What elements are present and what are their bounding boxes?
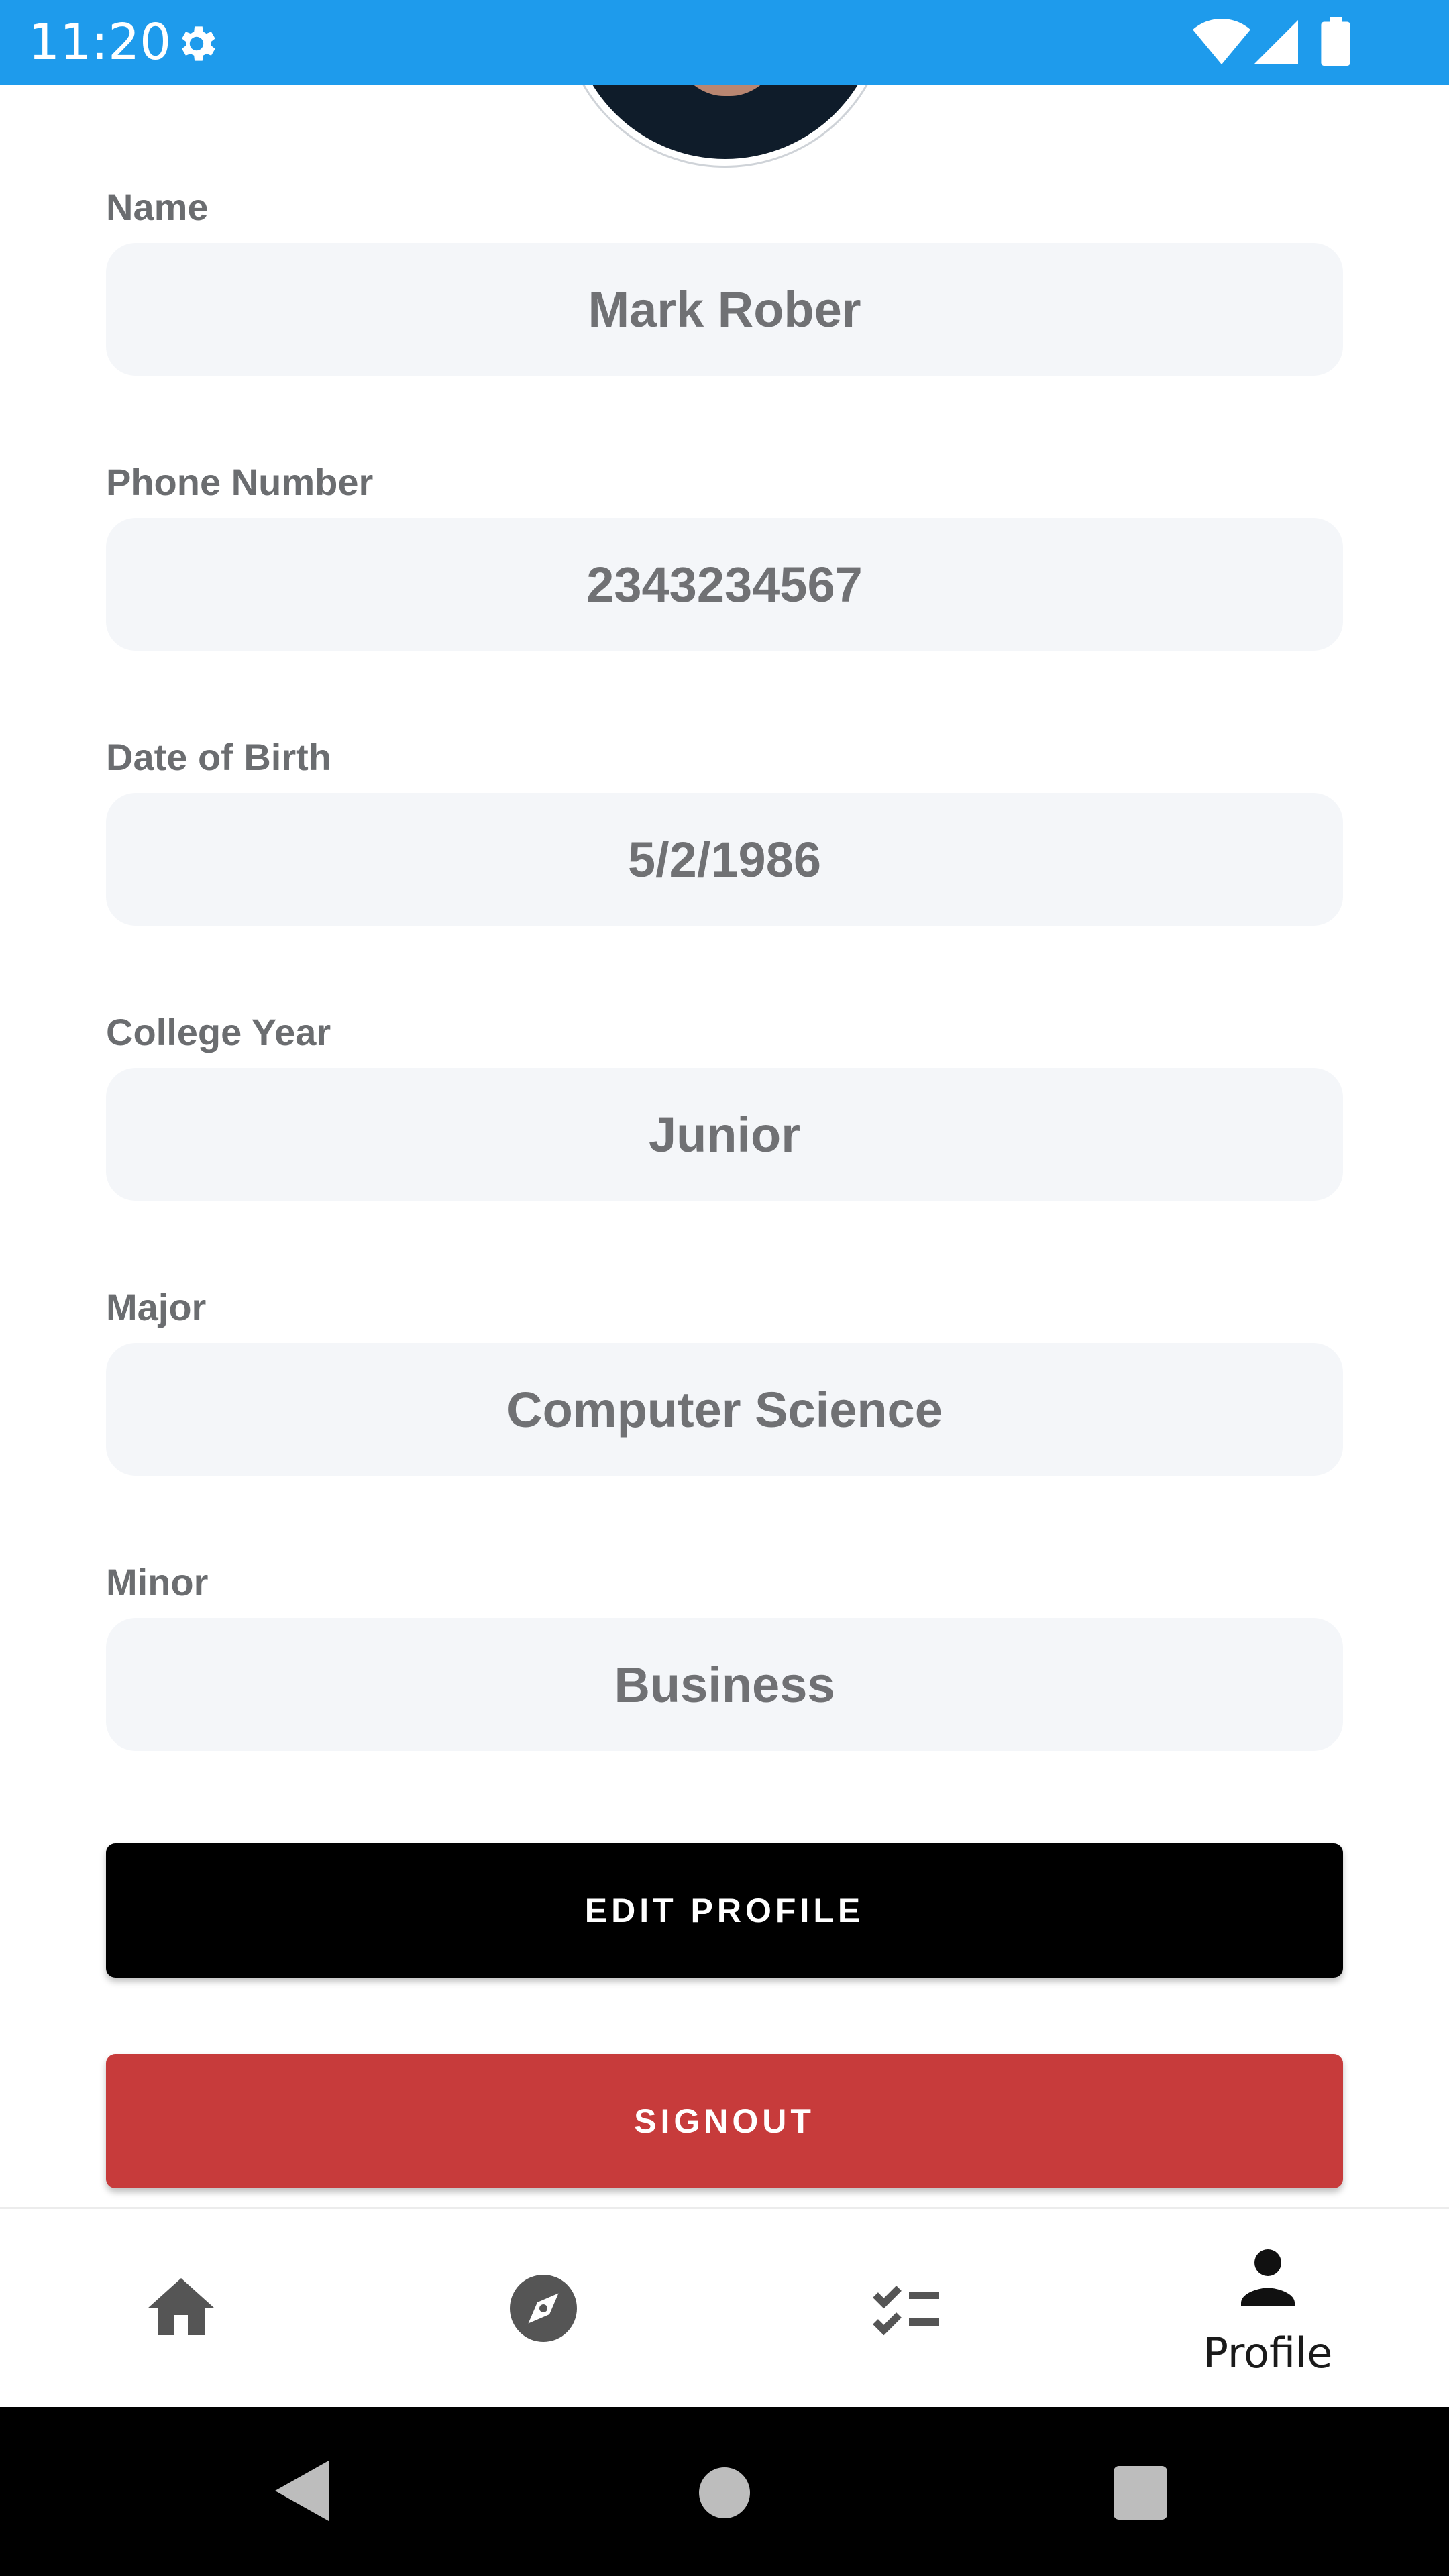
system-nav-bar [0, 2407, 1449, 2576]
major-value: Computer Science [506, 1381, 943, 1438]
recents-icon[interactable] [1114, 2466, 1167, 2520]
name-label: Name [106, 186, 209, 228]
checklist-icon [873, 2286, 939, 2336]
gear-icon [182, 26, 215, 61]
college-year-label: College Year [106, 1011, 331, 1053]
status-time: 11:20 [28, 13, 172, 71]
phone-field[interactable]: 2343234567 [106, 518, 1343, 651]
status-bar-content: 11:20 [0, 0, 1449, 85]
signout-button[interactable]: SIGNOUT [106, 2054, 1343, 2188]
person-icon [1241, 2249, 1295, 2306]
nav-item-home[interactable] [0, 2209, 362, 2409]
phone-label: Phone Number [106, 461, 374, 503]
major-field[interactable]: Computer Science [106, 1343, 1343, 1476]
major-label: Major [106, 1286, 207, 1328]
nav-item-profile[interactable]: Profile [1087, 2209, 1449, 2409]
compass-icon [510, 2275, 577, 2342]
home-icon [148, 2278, 215, 2335]
name-field[interactable]: Mark Rober [106, 243, 1343, 376]
home-circle-icon[interactable] [698, 2466, 751, 2520]
edit-profile-button[interactable]: EDIT PROFILE [106, 1843, 1343, 1978]
dob-label: Date of Birth [106, 736, 331, 778]
signal-icon [1254, 20, 1298, 64]
wifi-icon [1193, 19, 1250, 64]
bottom-nav: Profile [0, 2207, 1449, 2409]
name-value: Mark Rober [588, 281, 861, 337]
nav-item-tasks[interactable] [724, 2209, 1087, 2409]
nav-item-explore[interactable] [362, 2209, 724, 2409]
minor-field[interactable]: Business [106, 1618, 1343, 1751]
back-icon[interactable] [275, 2461, 329, 2521]
minor-label: Minor [106, 1561, 209, 1603]
dob-value: 5/2/1986 [627, 831, 822, 888]
college-year-field[interactable]: Junior [106, 1068, 1343, 1201]
battery-icon [1321, 17, 1350, 66]
nav-label-profile: Profile [1203, 2328, 1333, 2377]
college-year-value: Junior [648, 1106, 801, 1163]
dob-field[interactable]: 5/2/1986 [106, 793, 1343, 926]
minor-value: Business [614, 1656, 835, 1713]
phone-value: 2343234567 [586, 556, 863, 612]
